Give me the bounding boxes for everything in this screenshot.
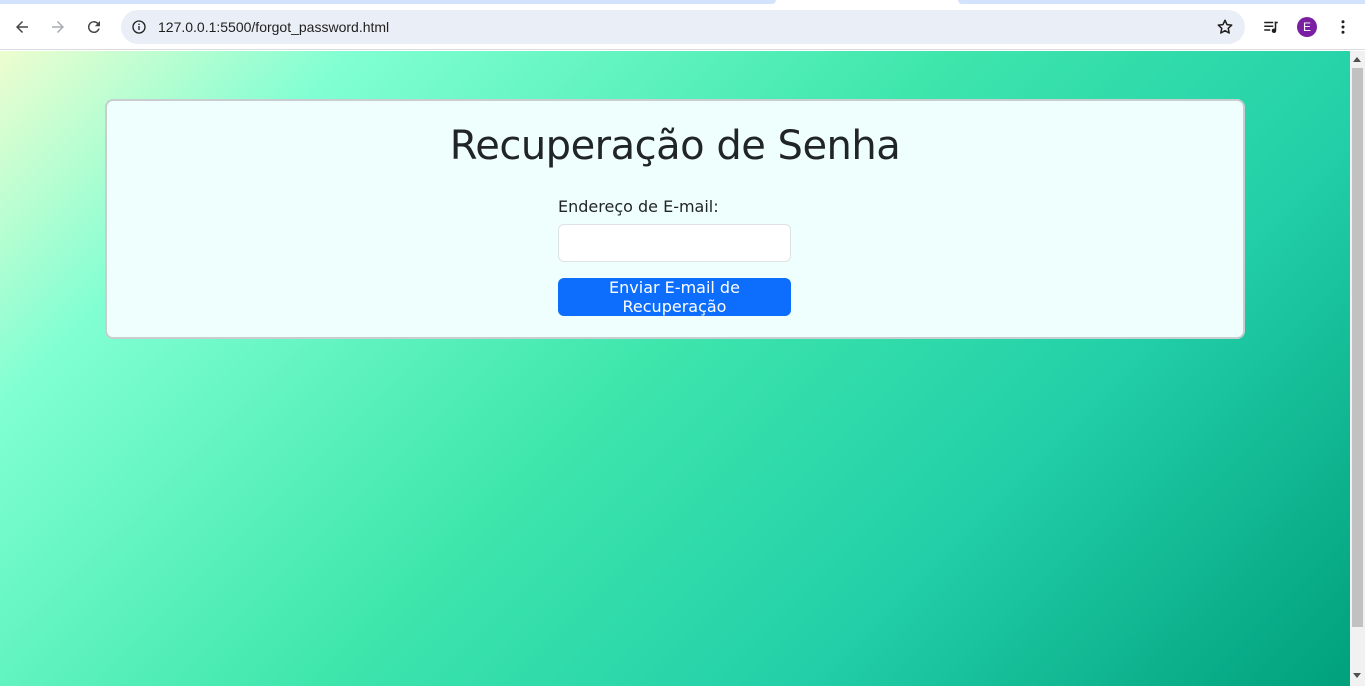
star-icon [1217,19,1233,34]
email-label: Endereço de E-mail: [558,197,719,216]
page-title: Recuperação de Senha [449,123,901,169]
send-recovery-email-button[interactable]: Enviar E-mail de Recuperação [558,278,791,316]
media-queue-icon [1264,21,1278,33]
arrow-left-icon [16,21,28,33]
vertical-scrollbar[interactable] [1350,51,1365,686]
menu-button[interactable] [1327,11,1359,43]
arrow-right-icon [52,21,64,33]
info-icon [132,20,146,34]
browser-toolbar: 127.0.0.1:5500/forgot_password.html E [0,4,1365,50]
reload-icon [87,21,100,34]
scroll-down-arrow-icon[interactable] [1353,673,1361,678]
reload-button[interactable] [78,11,110,43]
media-button[interactable] [1255,11,1287,43]
page-viewport: Recuperação de Senha Endereço de E-mail:… [0,51,1350,686]
avatar: E [1297,17,1317,37]
back-button[interactable] [6,11,38,43]
url-text[interactable]: 127.0.0.1:5500/forgot_password.html [158,10,389,44]
recovery-card: Recuperação de Senha Endereço de E-mail:… [105,99,1245,339]
profile-button[interactable]: E [1291,11,1323,43]
scroll-up-arrow-icon[interactable] [1353,57,1361,62]
address-bar[interactable]: 127.0.0.1:5500/forgot_password.html [121,10,1245,44]
site-info-button[interactable] [127,15,151,39]
bookmark-button[interactable] [1213,15,1237,39]
scrollbar-thumb[interactable] [1352,68,1363,627]
kebab-menu-icon [1341,20,1345,34]
email-field[interactable] [558,224,791,262]
forward-button[interactable] [42,11,74,43]
